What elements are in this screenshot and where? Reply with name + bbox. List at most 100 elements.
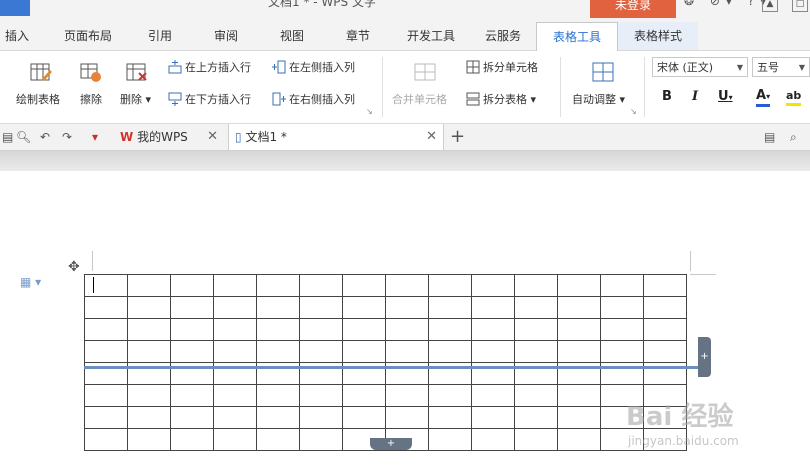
- table-cell[interactable]: [127, 384, 171, 407]
- table-cell[interactable]: [557, 318, 601, 341]
- table-cell[interactable]: [557, 384, 601, 407]
- erase-button[interactable]: 擦除: [80, 91, 102, 107]
- table-cell[interactable]: [256, 296, 300, 319]
- table-cell[interactable]: [170, 428, 214, 451]
- table-cell[interactable]: [84, 406, 128, 429]
- paragraph-style-icon[interactable]: ▦ ▾: [20, 275, 41, 289]
- split-table-button[interactable]: 拆分表格 ▾: [466, 91, 536, 107]
- add-row-button[interactable]: +: [370, 438, 412, 450]
- print-icon[interactable]: ▤: [2, 130, 13, 144]
- print-preview-icon[interactable]: 🔍︎: [16, 130, 31, 144]
- italic-button[interactable]: I: [692, 89, 698, 104]
- table-cell[interactable]: [213, 318, 257, 341]
- table-cell[interactable]: [471, 318, 515, 341]
- table-cell[interactable]: [428, 318, 472, 341]
- table-cell[interactable]: [643, 318, 687, 341]
- table-cell[interactable]: [557, 428, 601, 451]
- app-menu-button[interactable]: [0, 0, 30, 16]
- delete-button[interactable]: 删除 ▾: [120, 91, 151, 107]
- tab-references[interactable]: 引用: [140, 22, 180, 50]
- table-cell[interactable]: [256, 406, 300, 429]
- table-cell[interactable]: [471, 296, 515, 319]
- table-cell[interactable]: [428, 274, 472, 297]
- table-cell[interactable]: [84, 274, 128, 297]
- table-cell[interactable]: [471, 274, 515, 297]
- underline-button[interactable]: U▾: [718, 89, 733, 104]
- tab-cloud[interactable]: 云服务: [478, 22, 528, 50]
- table-cell[interactable]: [385, 318, 429, 341]
- table-cell[interactable]: [84, 340, 128, 363]
- insert-row-below-button[interactable]: 在下方插入行: [168, 91, 251, 107]
- doctab-my-wps[interactable]: W 我的WPS ✕: [116, 124, 224, 150]
- tab-table-style[interactable]: 表格样式: [618, 22, 698, 50]
- table-cell[interactable]: [514, 340, 558, 363]
- insert-col-right-button[interactable]: 在右侧插入列: [272, 91, 355, 107]
- table-cell[interactable]: [514, 274, 558, 297]
- table-cell[interactable]: [471, 340, 515, 363]
- table-cell[interactable]: [256, 274, 300, 297]
- table-cell[interactable]: [385, 384, 429, 407]
- highlight-button[interactable]: ab: [786, 89, 802, 106]
- table-cell[interactable]: [127, 318, 171, 341]
- table-cell[interactable]: [428, 296, 472, 319]
- table-cell[interactable]: [471, 384, 515, 407]
- table-cell[interactable]: [84, 384, 128, 407]
- table-cell[interactable]: [299, 340, 343, 363]
- table-cell[interactable]: [600, 340, 644, 363]
- table-cell[interactable]: [471, 406, 515, 429]
- table-cell[interactable]: [213, 406, 257, 429]
- table-cell[interactable]: [213, 428, 257, 451]
- tab-review[interactable]: 审阅: [206, 22, 246, 50]
- doctab-document1[interactable]: ▯ 文档1 * ✕: [228, 124, 444, 150]
- tab-section[interactable]: 章节: [338, 22, 378, 50]
- table-cell[interactable]: [385, 296, 429, 319]
- minimize-ribbon-icon[interactable]: ▲: [762, 0, 778, 12]
- table-cell[interactable]: [299, 274, 343, 297]
- title-icons[interactable]: ❂ ⊘▾ ?▾: [684, 0, 772, 8]
- font-size-select[interactable]: 五号 ▼: [752, 57, 810, 77]
- tab-developer[interactable]: 开发工具: [400, 22, 462, 50]
- table-cell[interactable]: [170, 384, 214, 407]
- table-cell[interactable]: [170, 296, 214, 319]
- eraser-icon[interactable]: [80, 61, 102, 83]
- table-cell[interactable]: [385, 274, 429, 297]
- tab-view[interactable]: 视图: [272, 22, 312, 50]
- search-icon[interactable]: ⌕: [790, 130, 797, 145]
- table-cell[interactable]: [557, 296, 601, 319]
- table-cell[interactable]: [557, 340, 601, 363]
- table-cell[interactable]: [127, 340, 171, 363]
- table-cell[interactable]: [342, 340, 386, 363]
- table-cell[interactable]: [342, 406, 386, 429]
- close-icon[interactable]: ✕: [207, 124, 218, 150]
- table-cell[interactable]: [557, 274, 601, 297]
- table-cell[interactable]: [170, 274, 214, 297]
- table-cell[interactable]: [514, 296, 558, 319]
- table-cell[interactable]: [385, 340, 429, 363]
- table-cell[interactable]: [170, 318, 214, 341]
- table-cell[interactable]: [600, 318, 644, 341]
- delete-table-icon[interactable]: [126, 61, 148, 83]
- table-cell[interactable]: [127, 428, 171, 451]
- table-cell[interactable]: [514, 318, 558, 341]
- table-cell[interactable]: [213, 340, 257, 363]
- dialog-launcher-icon[interactable]: ↘: [366, 107, 373, 116]
- table-cell[interactable]: [256, 428, 300, 451]
- table-cell[interactable]: [170, 406, 214, 429]
- tab-insert[interactable]: 插入: [2, 22, 32, 50]
- table-cell[interactable]: [299, 296, 343, 319]
- table-cell[interactable]: [127, 274, 171, 297]
- login-button[interactable]: 未登录: [590, 0, 676, 18]
- table-cell[interactable]: [557, 406, 601, 429]
- draw-table-icon[interactable]: [30, 61, 52, 83]
- draw-table-button[interactable]: 绘制表格: [16, 91, 60, 107]
- table-cell[interactable]: [428, 406, 472, 429]
- table-cell[interactable]: [213, 296, 257, 319]
- table-cell[interactable]: [342, 318, 386, 341]
- table-cell[interactable]: [84, 296, 128, 319]
- table-cell[interactable]: [600, 274, 644, 297]
- table-cell[interactable]: [84, 428, 128, 451]
- redo-icon[interactable]: ↷: [62, 130, 72, 144]
- font-color-button[interactable]: A▾: [756, 89, 771, 107]
- table-cell[interactable]: [342, 274, 386, 297]
- table-cell[interactable]: [299, 318, 343, 341]
